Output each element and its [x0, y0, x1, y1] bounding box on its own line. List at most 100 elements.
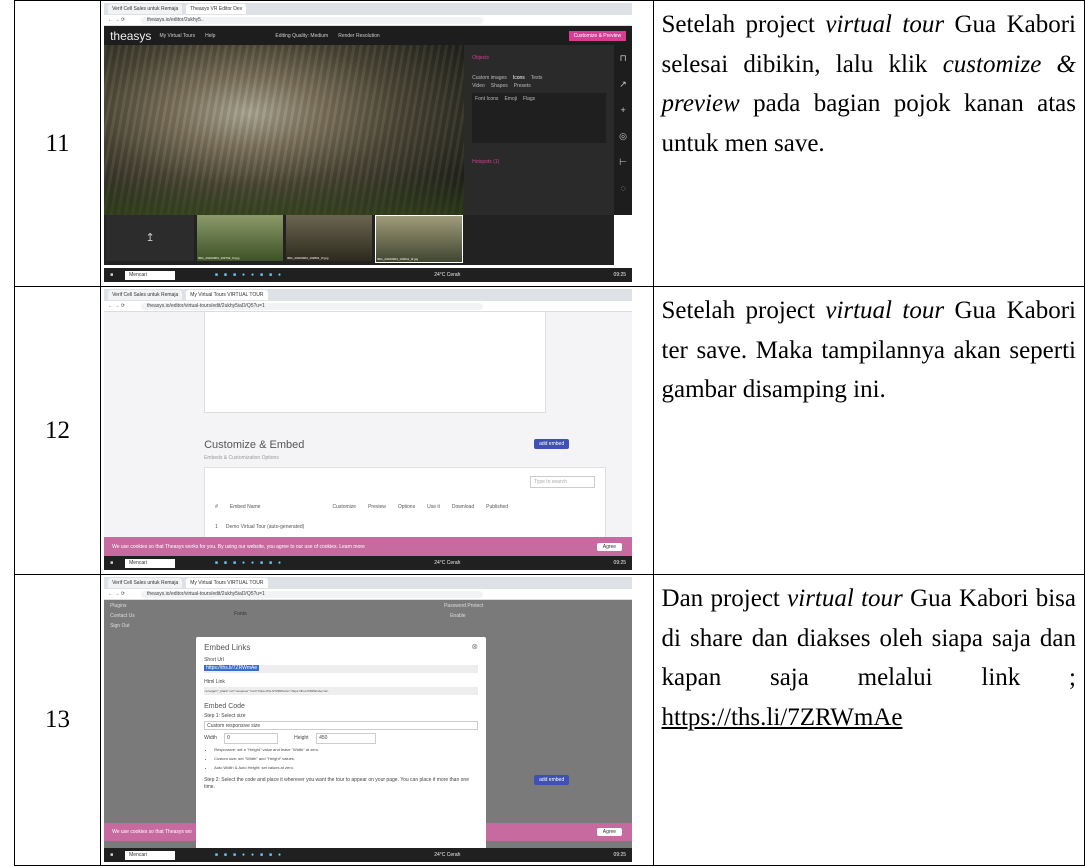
tool-icon[interactable]: ↗: [614, 71, 632, 97]
scene-thumb[interactable]: IMG_20220903_102702_0r.jpg: [197, 215, 284, 261]
steps-table: 11 Verif Cell Sales untuk Remaja Theasys…: [13, 0, 1085, 866]
side-item-plugins[interactable]: Plugins: [110, 601, 135, 611]
screenshot-cell: Verif Cell Sales untuk Remaja My Virtual…: [100, 574, 654, 866]
height-input[interactable]: 450: [316, 733, 377, 744]
content-card: [204, 311, 547, 413]
col-header: Embed Name: [229, 504, 261, 510]
step-number: 11: [13, 0, 102, 287]
close-icon[interactable]: ⊗: [471, 642, 478, 651]
tool-icon[interactable]: ⊢: [614, 149, 632, 175]
tool-icon[interactable]: ⊓: [614, 45, 632, 71]
tab-presets[interactable]: Presets: [514, 83, 531, 89]
taskbar-apps[interactable]: ■■■●●■■●: [215, 852, 287, 858]
taskbar-clock: 09:25: [613, 852, 627, 858]
taskbar-search[interactable]: Mencari: [125, 850, 175, 860]
section-title: Customize & Embed: [204, 439, 305, 451]
enable-checkbox[interactable]: Enable: [450, 613, 466, 619]
subtab-font-icons[interactable]: Font Icons: [475, 96, 498, 102]
resolution-select[interactable]: Render Resolution: [338, 33, 379, 39]
nav-arrows-icon[interactable]: ← → ⟳: [108, 303, 125, 309]
thumb-label: IMG_20220903_103011_0r.jpg: [377, 257, 419, 261]
taskbar-weather: 24°C Cerah: [434, 560, 461, 566]
scene-thumb-selected[interactable]: IMG_20220903_103011_0r.jpg: [375, 215, 464, 263]
browser-tab[interactable]: Verif Cell Sales untuk Remaja: [108, 578, 183, 588]
taskbar-apps[interactable]: ■■■●●■■●: [215, 560, 287, 566]
objects-tabs: Custom images Icons Texts: [472, 75, 606, 81]
nav-help[interactable]: Help: [205, 33, 215, 39]
location-icon[interactable]: ◎: [614, 123, 632, 149]
width-label: Width: [204, 735, 217, 741]
address-bar: ← → ⟳ theasys.io/editor/2ukhy5..: [104, 15, 633, 26]
html-link-label: Html Link: [204, 679, 225, 685]
windows-taskbar: ■ Mencari ■■■●●■■● 24°C Cerah 09:25: [104, 268, 633, 282]
upload-icon[interactable]: ↥: [106, 215, 195, 261]
browser-tabbar: Verif Cell Sales untuk Remaja My Virtual…: [104, 289, 633, 301]
step-row-11: 11 Verif Cell Sales untuk Remaja Theasys…: [13, 0, 1085, 287]
tab-icons[interactable]: Icons: [513, 75, 525, 81]
row-name: Demo Virtual Tour (auto-generated): [225, 524, 305, 530]
side-item-signout[interactable]: Sign Out: [110, 621, 135, 631]
hint-item: Auto Width & Auto Height: set values at …: [214, 763, 319, 772]
taskbar-search[interactable]: Mencari: [125, 558, 175, 568]
password-protect-label: Password Protect: [444, 603, 484, 609]
brand-logo: theasys: [110, 29, 152, 43]
size-select[interactable]: Custom responsive size: [204, 721, 479, 730]
html-link-field[interactable]: <a target="_blank" rel="noopener" href="…: [204, 687, 479, 695]
browser-tab[interactable]: Verif Cell Sales untuk Remaja: [108, 4, 183, 14]
step-description: Setelah project virtual tour Gua Kabori …: [652, 0, 1085, 287]
nav-my-tours[interactable]: My Virtual Tours: [159, 33, 195, 39]
nav-arrows-icon[interactable]: ← → ⟳: [108, 591, 125, 597]
side-menu: Plugins Contact Us Sign Out: [110, 601, 135, 631]
browser-tab[interactable]: My Virtual Tours VIRTUAL TOUR: [186, 290, 268, 300]
browser-tab[interactable]: Theasys VR Editor Dev: [186, 4, 247, 14]
browser-tab[interactable]: My Virtual Tours VIRTUAL TOUR: [186, 578, 268, 588]
agree-button[interactable]: Agree: [596, 543, 623, 551]
col-header: Preview: [368, 504, 386, 510]
fonts-label: Fonts: [234, 611, 247, 617]
panorama-view[interactable]: [104, 45, 465, 215]
table-row[interactable]: 1 Demo Virtual Tour (auto-generated): [215, 524, 304, 530]
tab-texts[interactable]: Texts: [531, 75, 543, 81]
taskbar-search[interactable]: Mencari: [125, 270, 175, 280]
objects-panel: Objects Custom images Icons Texts Video …: [464, 45, 615, 215]
browser-tabbar: Verif Cell Sales untuk Remaja Theasys VR…: [104, 3, 633, 15]
height-label: Height: [294, 735, 309, 741]
col-header: Use it: [427, 504, 440, 510]
tab-video[interactable]: Video: [472, 83, 485, 89]
agree-button[interactable]: Agree: [596, 828, 623, 836]
url-field[interactable]: theasys.io/editor/virtual-tours/edit/2uk…: [141, 590, 484, 598]
short-url-field[interactable]: https://ths.li/7ZRWmAe: [204, 665, 479, 673]
start-icon[interactable]: ■: [110, 852, 113, 858]
start-icon[interactable]: ■: [110, 272, 113, 278]
short-url-label: Short Url: [204, 657, 224, 663]
editor-header: theasys My Virtual Tours Help Editing Qu…: [104, 26, 633, 46]
settings-icon[interactable]: ◌: [614, 175, 632, 201]
add-embed-button[interactable]: add embed: [534, 439, 570, 449]
tab-custom-images[interactable]: Custom images: [472, 75, 507, 81]
taskbar-apps[interactable]: ■■■●●■■●: [215, 272, 287, 278]
start-icon[interactable]: ■: [110, 560, 113, 566]
customize-preview-button[interactable]: Customize & Preview: [568, 31, 627, 41]
side-item-contact[interactable]: Contact Us: [110, 611, 135, 621]
scene-thumb[interactable]: IMG_20220903_102801_0r.jpg: [286, 215, 373, 261]
add-embed-button[interactable]: add embed: [534, 775, 570, 785]
editor-screenshot: Verif Cell Sales untuk Remaja Theasys VR…: [104, 3, 633, 282]
url-field[interactable]: theasys.io/editor/2ukhy5..: [141, 16, 484, 24]
search-input[interactable]: Type to search: [530, 476, 596, 488]
browser-tab[interactable]: Verif Cell Sales untuk Remaja: [108, 290, 183, 300]
thumb-label: IMG_20220903_102801_0r.jpg: [287, 256, 329, 260]
browser-tabbar: Verif Cell Sales untuk Remaja My Virtual…: [104, 577, 633, 589]
url-field[interactable]: theasys.io/editor/virtual-tours/edit/2uk…: [141, 302, 484, 310]
hint-item: Responsive: set a "Height" value and lea…: [214, 745, 319, 754]
short-url-value: https://ths.li/7ZRWmAe: [204, 665, 260, 671]
plus-icon[interactable]: +: [614, 97, 632, 123]
tab-shapes[interactable]: Shapes: [491, 83, 508, 89]
width-input[interactable]: 0: [224, 733, 279, 744]
cookie-text: We use cookies so that Theasys wo: [112, 829, 192, 835]
embed-code-title: Embed Code: [204, 703, 245, 710]
quality-select[interactable]: Editing Quality: Medium: [275, 33, 328, 39]
subtab-emoji[interactable]: Emoji: [504, 96, 517, 102]
section-subtitle: Embeds & Customization Options: [204, 455, 279, 461]
nav-arrows-icon[interactable]: ← → ⟳: [108, 17, 125, 23]
subtab-flags[interactable]: Flags: [523, 96, 535, 102]
